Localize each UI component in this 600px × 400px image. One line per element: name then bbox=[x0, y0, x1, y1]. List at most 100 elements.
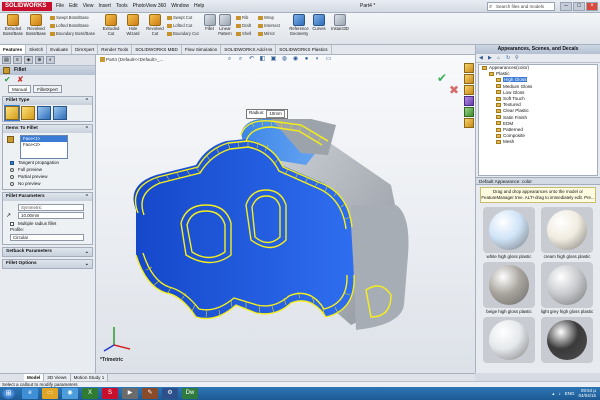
paint-icon[interactable]: ✎ bbox=[142, 388, 158, 399]
fillet-options-heading[interactable]: Fillet Options ⌄ bbox=[3, 260, 92, 268]
rib-button[interactable]: Rib bbox=[236, 15, 248, 20]
media-player-icon[interactable]: ▶ bbox=[122, 388, 138, 399]
graphics-area[interactable]: Part4 (Default<<Default>_... ⌕ ⌕ ↶ ◧ ▣ ◍… bbox=[96, 55, 475, 373]
solidworks-resources-icon[interactable] bbox=[464, 63, 474, 73]
design-library-icon[interactable] bbox=[464, 74, 474, 84]
extruded-cut-button[interactable]: Extruded Cut bbox=[100, 14, 122, 36]
model-rear-block[interactable] bbox=[351, 205, 409, 330]
confirm-cancel-icon[interactable]: ✖ bbox=[449, 83, 459, 97]
tab-plastics[interactable]: SOLIDWORKS Plastics bbox=[276, 45, 332, 54]
tab-motion-study[interactable]: Motion Study 1 bbox=[70, 374, 109, 381]
swept-cut-button[interactable]: Swept Cut bbox=[167, 15, 192, 20]
menu-window[interactable]: Window bbox=[171, 2, 189, 11]
fillet-parameters-heading[interactable]: Fillet Parameters ⌃ bbox=[3, 193, 92, 201]
items-to-fillet-heading[interactable]: Items To Fillet ⌃ bbox=[3, 125, 92, 133]
tab-manual[interactable]: Manual bbox=[8, 85, 32, 93]
menu-file[interactable]: File bbox=[56, 2, 64, 11]
draft-button[interactable]: Draft bbox=[236, 23, 251, 28]
radius-callout-value[interactable]: 10mm bbox=[266, 110, 285, 118]
appearance-swatch[interactable] bbox=[482, 317, 536, 363]
configuration-manager-icon[interactable]: ◈ bbox=[24, 56, 33, 64]
instant3d-button[interactable]: Instant3D bbox=[330, 14, 350, 32]
minimize-button[interactable]: – bbox=[560, 2, 572, 11]
list-item[interactable]: Face<2> bbox=[21, 142, 67, 148]
radius-input[interactable]: 10.00mm bbox=[18, 212, 84, 219]
clock[interactable]: 09:54 µ 04/04/15 bbox=[578, 388, 596, 398]
internet-explorer-icon[interactable]: e bbox=[22, 388, 38, 399]
tab-sketch[interactable]: Sketch bbox=[26, 45, 48, 54]
tree-item[interactable]: Mesh bbox=[479, 139, 597, 145]
menu-edit[interactable]: Edit bbox=[69, 2, 78, 11]
revolved-cut-button[interactable]: Revolved Cut bbox=[144, 14, 166, 36]
file-explorer-icon[interactable]: ▭ bbox=[42, 388, 58, 399]
extruded-boss-button[interactable]: Extruded Boss/Base bbox=[2, 14, 24, 36]
swept-boss-button[interactable]: Swept Boss/Base bbox=[50, 15, 89, 20]
tab-dimxpert[interactable]: DimXpert bbox=[72, 45, 99, 54]
excel-icon[interactable]: X bbox=[82, 388, 98, 399]
items-list[interactable]: Face<1> Face<2> bbox=[20, 135, 68, 159]
shell-button[interactable]: Shell bbox=[236, 31, 251, 36]
profile-select[interactable]: Circular bbox=[10, 234, 84, 241]
mirror-button[interactable]: Mirror bbox=[258, 31, 275, 36]
radius-callout[interactable]: Radius: 10mm bbox=[246, 109, 288, 119]
display-manager-icon[interactable]: ◐ bbox=[46, 56, 55, 64]
curves-button[interactable]: Curves bbox=[311, 14, 327, 32]
hole-wizard-button[interactable]: Hole Wizard bbox=[123, 14, 143, 36]
menu-help[interactable]: Help bbox=[194, 2, 204, 11]
fillet-type-heading[interactable]: Fillet Type ⌃ bbox=[3, 97, 92, 105]
tab-evaluate[interactable]: Evaluate bbox=[47, 45, 73, 54]
file-explorer-icon[interactable] bbox=[464, 85, 474, 95]
appearance-swatch[interactable]: white high gloss plastic bbox=[482, 207, 536, 260]
fillet-button[interactable]: Fillet bbox=[203, 14, 216, 32]
full-round-fillet-icon[interactable] bbox=[53, 106, 67, 120]
menu-insert[interactable]: Insert bbox=[98, 2, 111, 11]
linear-pattern-button[interactable]: Linear Pattern bbox=[217, 14, 233, 36]
face-fillet-icon[interactable] bbox=[37, 106, 51, 120]
solidworks-logo[interactable]: SOLIDWORKS bbox=[2, 2, 52, 11]
partial-preview-radio[interactable]: Partial preview bbox=[6, 173, 89, 180]
wrap-button[interactable]: Wrap bbox=[258, 15, 274, 20]
menu-view[interactable]: View bbox=[83, 2, 94, 11]
refresh-icon[interactable]: ↻ bbox=[506, 55, 513, 61]
appearance-swatch[interactable]: light grey high gloss plastic bbox=[540, 262, 594, 315]
search-input[interactable]: ⌕ Search files and models bbox=[487, 2, 555, 11]
solidworks-taskbar-icon[interactable]: S bbox=[102, 388, 118, 399]
tab-add-ins[interactable]: SOLIDWORKS Add-Ins bbox=[221, 45, 277, 54]
appearance-swatch[interactable]: beige high gloss plastic bbox=[482, 262, 536, 315]
pin-icon[interactable]: ⚲ bbox=[515, 55, 522, 61]
appearance-tree[interactable]: Appearances(color) Plastic High Gloss Mediu… bbox=[478, 64, 598, 176]
no-preview-radio[interactable]: No preview bbox=[6, 180, 89, 187]
feature-manager-icon[interactable]: ▤ bbox=[2, 56, 11, 64]
appearance-swatch[interactable] bbox=[540, 317, 594, 363]
start-button[interactable]: ⊞ bbox=[2, 388, 15, 399]
intersect-button[interactable]: Intersect bbox=[258, 23, 280, 28]
forward-icon[interactable]: ▶ bbox=[488, 55, 495, 61]
appearance-swatch[interactable]: cream high gloss plastic bbox=[540, 207, 594, 260]
cancel-button[interactable]: ✘ bbox=[17, 75, 24, 84]
close-button[interactable]: × bbox=[586, 2, 598, 11]
back-icon[interactable]: ◀ bbox=[479, 55, 486, 61]
variable-size-fillet-icon[interactable] bbox=[21, 106, 35, 120]
network-icon[interactable]: ▴ bbox=[552, 391, 554, 396]
appearances-scenes-icon[interactable] bbox=[464, 107, 474, 117]
symmetric-select[interactable]: Symmetric bbox=[18, 204, 84, 211]
maximize-button[interactable]: □ bbox=[573, 2, 585, 11]
dreamweaver-icon[interactable]: Dw bbox=[182, 388, 198, 399]
dimxpert-manager-icon[interactable]: ⊕ bbox=[35, 56, 44, 64]
menu-photoview[interactable]: PhotoView 360 bbox=[133, 2, 167, 11]
tangent-propagation-checkbox[interactable]: Tangent propagation bbox=[6, 159, 89, 166]
boundary-cut-button[interactable]: Boundary Cut bbox=[167, 31, 199, 36]
property-manager-icon[interactable]: ≡ bbox=[13, 56, 22, 64]
browser-icon[interactable]: ◉ bbox=[62, 388, 78, 399]
tab-flow-simulation[interactable]: Flow Simulation bbox=[182, 45, 222, 54]
tab-3d-views[interactable]: 3D Views bbox=[44, 374, 71, 381]
tab-model[interactable]: Model bbox=[24, 374, 45, 381]
volume-icon[interactable]: ♪ bbox=[558, 391, 560, 396]
tab-render-tools[interactable]: Render Tools bbox=[98, 45, 133, 54]
tab-filletxpert[interactable]: FilletXpert bbox=[33, 85, 62, 93]
home-icon[interactable]: ⌂ bbox=[497, 55, 504, 61]
ok-button[interactable]: ✔ bbox=[4, 75, 11, 84]
boundary-boss-button[interactable]: Boundary Boss/Base bbox=[50, 31, 95, 36]
confirm-ok-icon[interactable]: ✔ bbox=[437, 71, 447, 85]
language-indicator[interactable]: ENG bbox=[565, 391, 575, 396]
